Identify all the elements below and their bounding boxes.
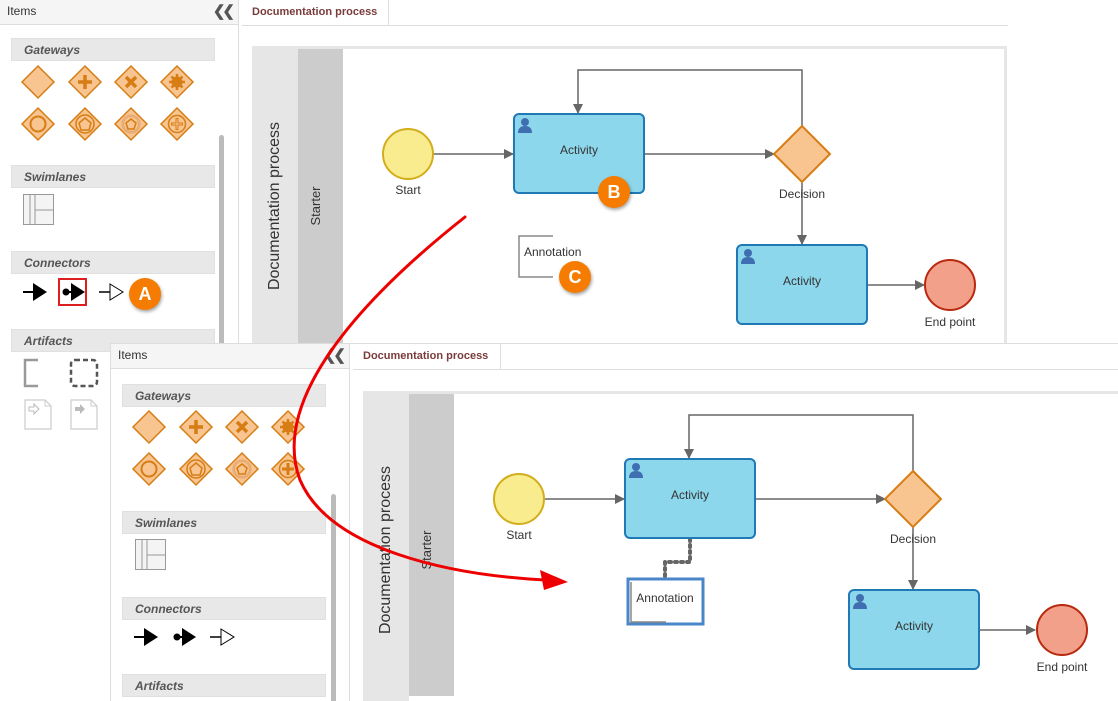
activity-task-2[interactable]: Activity bbox=[736, 244, 868, 325]
activity-label: Activity bbox=[671, 488, 709, 502]
badge-c: C bbox=[559, 261, 591, 293]
association-connector[interactable] bbox=[663, 537, 692, 583]
diagram: Start Activity Decision Activity End poi… bbox=[493, 414, 1088, 674]
decision-gateway[interactable]: Decision bbox=[772, 124, 832, 201]
end-label: End point bbox=[925, 315, 976, 329]
decision-label: Decision bbox=[890, 532, 936, 546]
start-label: Start bbox=[506, 528, 532, 542]
activity-task-2[interactable]: Activity bbox=[848, 589, 980, 670]
annotation-label: Annotation bbox=[636, 591, 693, 605]
annotation-artifact-selected[interactable]: Annotation bbox=[626, 577, 705, 626]
after-screenshot: Items ❮❮ Gateways Swimlanes Connectors A… bbox=[110, 343, 1118, 701]
decision-gateway[interactable]: Decision bbox=[883, 469, 943, 546]
start-event[interactable]: Start bbox=[493, 473, 545, 542]
end-event[interactable]: End point bbox=[1036, 604, 1088, 674]
end-event[interactable]: End point bbox=[924, 259, 976, 329]
start-label: Start bbox=[395, 183, 421, 197]
activity-label: Activity bbox=[560, 143, 598, 157]
activity-task-1[interactable]: Activity bbox=[624, 458, 756, 539]
badge-b: B bbox=[598, 176, 630, 208]
decision-label: Decision bbox=[779, 187, 825, 201]
activity-label: Activity bbox=[783, 274, 821, 288]
activity-label: Activity bbox=[895, 619, 933, 633]
annotation-label: Annotation bbox=[524, 245, 581, 259]
start-event[interactable]: Start bbox=[382, 128, 434, 197]
end-label: End point bbox=[1037, 660, 1088, 674]
